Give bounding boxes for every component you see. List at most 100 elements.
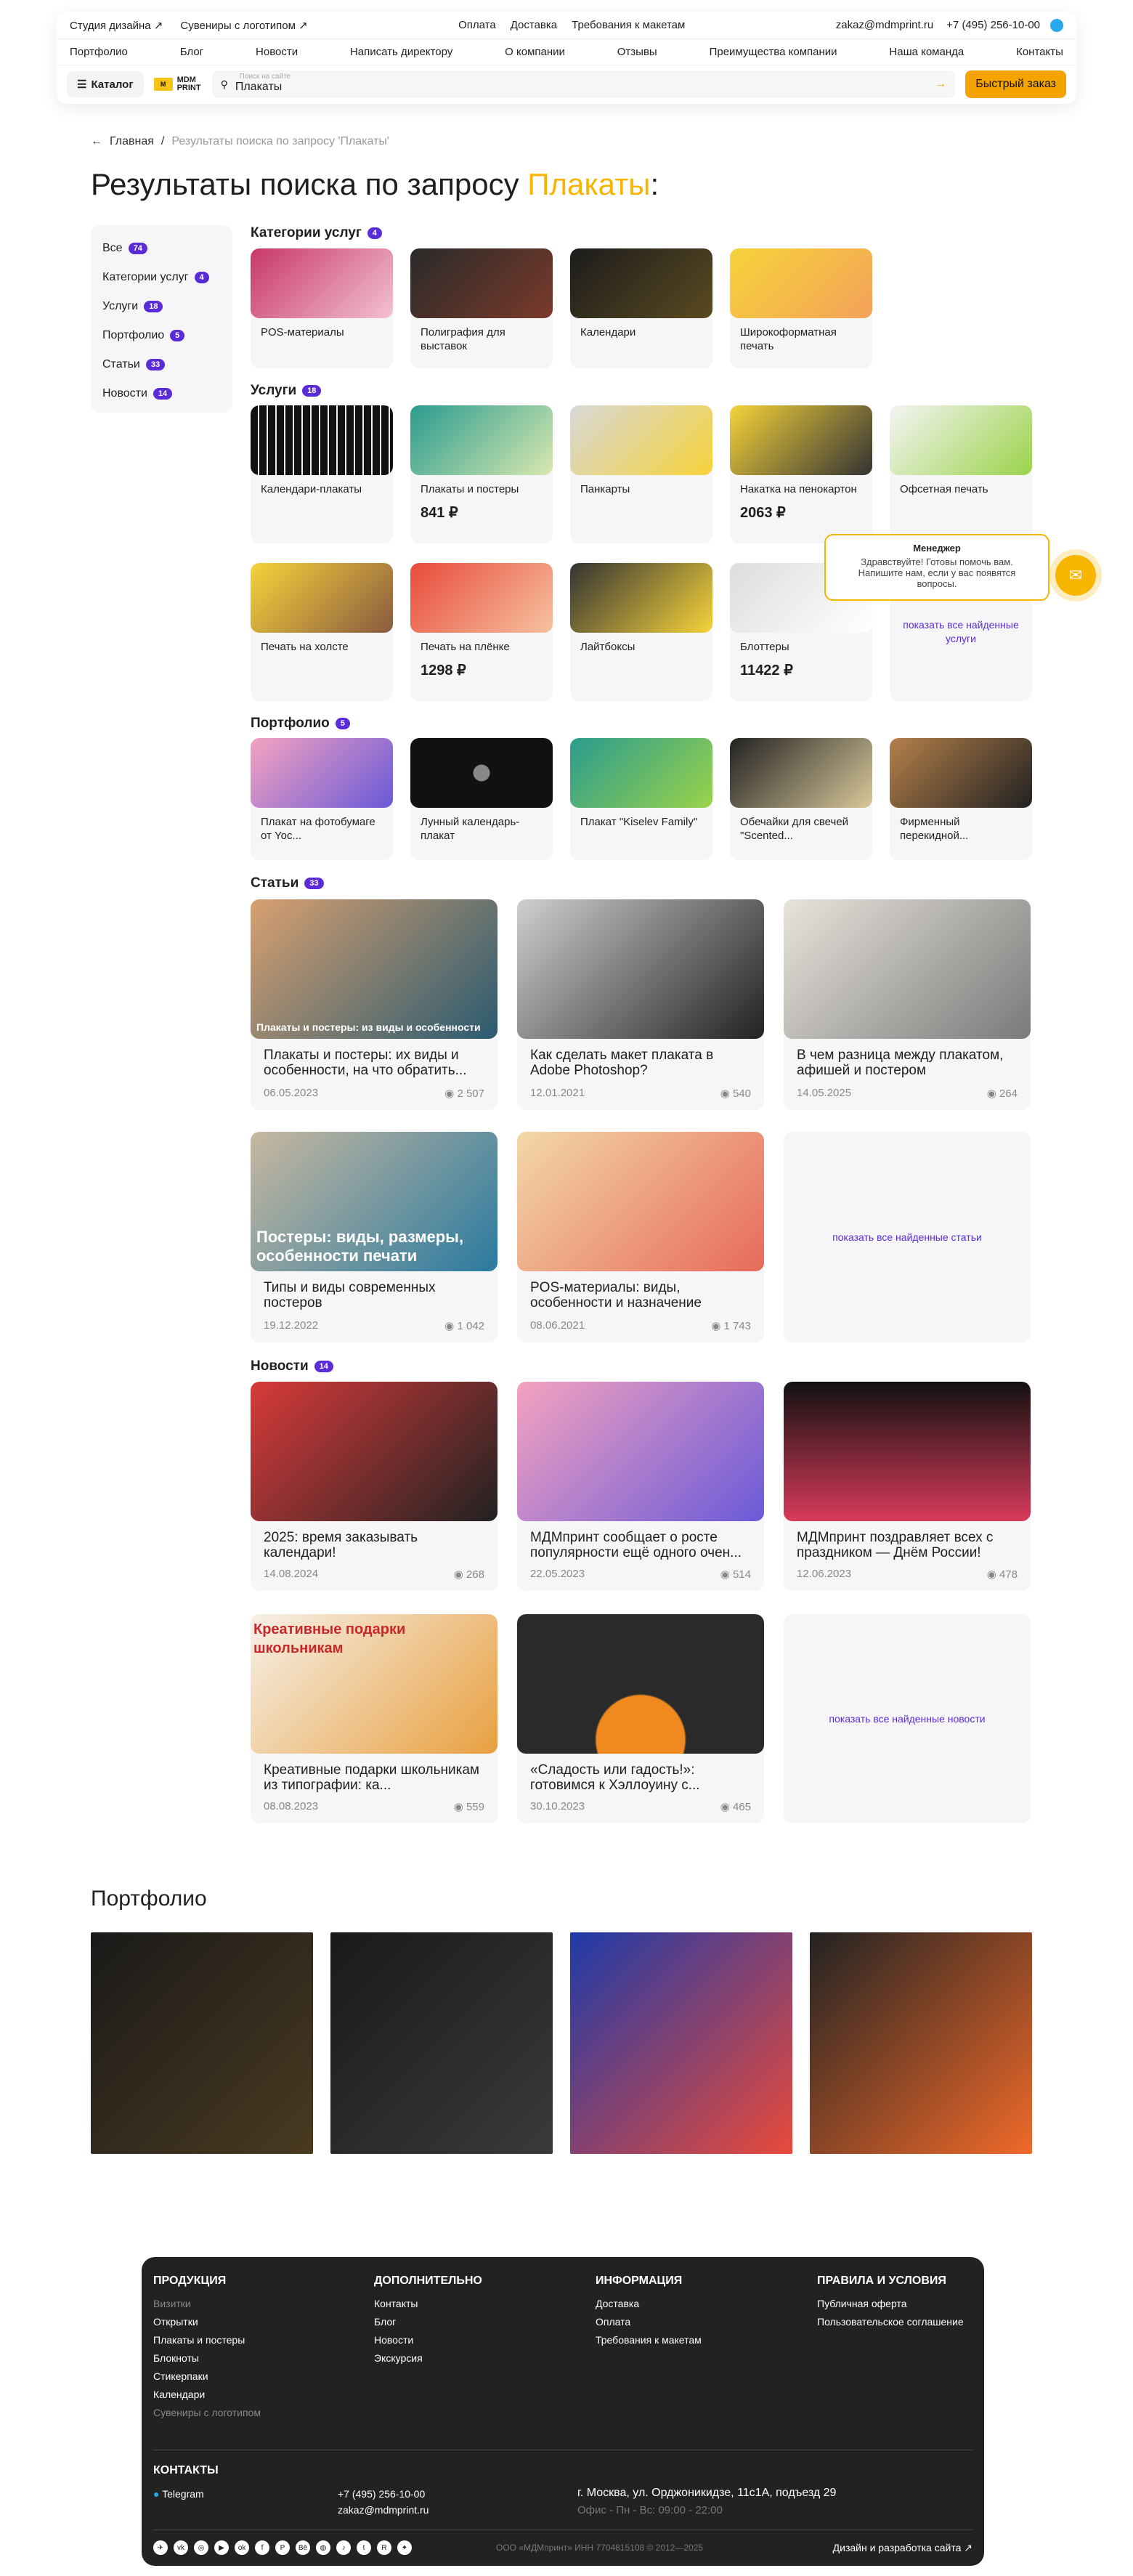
site-logo[interactable]: M MDM PRINT: [153, 76, 202, 92]
service-card[interactable]: Панкарты: [570, 405, 712, 543]
tiktok-icon[interactable]: ♪: [336, 2540, 351, 2555]
filter-categories[interactable]: Категории услуг 4: [102, 263, 221, 292]
nav-item[interactable]: Новости: [256, 46, 298, 58]
youtube-icon[interactable]: ▶: [214, 2540, 229, 2555]
tumblr-icon[interactable]: t: [357, 2540, 371, 2555]
footer-link[interactable]: Визитки: [153, 2298, 261, 2309]
news-card[interactable]: 2025: время заказывать календари! 14.08.2…: [251, 1382, 498, 1591]
nav-item[interactable]: Портфолио: [70, 46, 128, 58]
portfolio-image[interactable]: [570, 1932, 792, 2154]
article-card[interactable]: Плакаты и постеры: из виды и особенности…: [251, 899, 498, 1110]
card-title: Лайтбоксы: [580, 641, 635, 653]
footer-link[interactable]: Открытки: [153, 2316, 261, 2328]
service-card[interactable]: Календари-плакаты: [251, 405, 393, 543]
service-card[interactable]: Офсетная печать: [890, 405, 1032, 543]
portfolio-card[interactable]: Плакат на фотобумаге от Yoc...: [251, 738, 393, 860]
filter-portfolio[interactable]: Портфолио 5: [102, 321, 221, 350]
service-card[interactable]: Плакаты и постеры 841 ₽: [410, 405, 553, 543]
telegram-icon[interactable]: [1050, 18, 1064, 32]
portfolio-card[interactable]: Фирменный перекидной...: [890, 738, 1032, 860]
service-card[interactable]: Накатка на пенокартон 2063 ₽: [730, 405, 872, 543]
article-card[interactable]: Постеры: виды, размеры, особенности печа…: [251, 1132, 498, 1342]
search-submit-icon[interactable]: →: [935, 78, 946, 91]
service-card[interactable]: Печать на плёнке 1298 ₽: [410, 563, 553, 701]
nav-item[interactable]: Отзывы: [617, 46, 657, 58]
nav-item[interactable]: Блог: [180, 46, 203, 58]
article-card[interactable]: POS-материалы: виды, особенности и назна…: [517, 1132, 764, 1342]
design-studio-link[interactable]: Студия дизайна ↗: [70, 19, 163, 32]
header-phone[interactable]: +7 (495) 256-10-00: [946, 19, 1040, 31]
search-input[interactable]: ⚲ Поиск на сайте Плакаты →: [211, 70, 956, 98]
filter-news[interactable]: Новости 14: [102, 379, 221, 408]
instagram-icon[interactable]: ◎: [194, 2540, 208, 2555]
show-all-news-link[interactable]: показать все найденные новости: [784, 1614, 1031, 1823]
footer-link[interactable]: Новости: [374, 2334, 482, 2346]
requirements-link[interactable]: Требования к макетам: [572, 19, 685, 31]
delivery-link[interactable]: Доставка: [511, 19, 557, 31]
nav-item[interactable]: Наша команда: [889, 46, 964, 58]
footer-link[interactable]: Стикерпаки: [153, 2370, 261, 2382]
telegram-icon[interactable]: ✈: [153, 2540, 168, 2555]
news-card[interactable]: Креативные подарки школьникам Креативные …: [251, 1614, 498, 1823]
article-card[interactable]: Как сделать макет плаката в Adobe Photos…: [517, 899, 764, 1110]
filter-all[interactable]: Все 74: [102, 234, 221, 263]
service-card[interactable]: Печать на холсте: [251, 563, 393, 701]
filter-services[interactable]: Услуги 18: [102, 292, 221, 321]
footer-link[interactable]: Экскурсия: [374, 2352, 482, 2364]
rutube-icon[interactable]: R: [377, 2540, 391, 2555]
ok-icon[interactable]: ok: [235, 2540, 249, 2555]
portfolio-image[interactable]: [330, 1932, 553, 2154]
category-card[interactable]: Широкоформатная печать: [730, 248, 872, 368]
news-card[interactable]: МДМпринт сообщает о росте популярности е…: [517, 1382, 764, 1591]
nav-item[interactable]: О компании: [505, 46, 565, 58]
footer-link[interactable]: Доставка: [596, 2298, 702, 2309]
footer-link[interactable]: Пользовательское соглашение: [817, 2316, 964, 2328]
back-arrow-icon[interactable]: ←: [91, 135, 102, 148]
footer-link[interactable]: Плакаты и постеры: [153, 2334, 261, 2346]
header-top-row: Студия дизайна ↗ Сувениры с логотипом ↗ …: [57, 12, 1076, 39]
footer-email[interactable]: zakaz@mdmprint.ru: [338, 2504, 429, 2516]
nav-item[interactable]: Преимущества компании: [710, 46, 837, 58]
filter-label: Портфолио: [102, 329, 165, 341]
nav-item[interactable]: Контакты: [1016, 46, 1063, 58]
news-card[interactable]: «Сладость или гадость!»: готовимся к Хэл…: [517, 1614, 764, 1823]
footer-link[interactable]: Сувениры с логотипом: [153, 2407, 261, 2418]
payment-link[interactable]: Оплата: [458, 19, 496, 31]
footer-link[interactable]: Блокноты: [153, 2352, 261, 2364]
portfolio-card[interactable]: Лунный календарь-плакат: [410, 738, 553, 860]
category-card[interactable]: Полиграфия для выставок: [410, 248, 553, 368]
chat-icon[interactable]: ✉: [1055, 555, 1096, 596]
service-card[interactable]: Лайтбоксы: [570, 563, 712, 701]
portfolio-card[interactable]: Обечайки для свечей "Scented...: [730, 738, 872, 860]
footer-telegram[interactable]: ● Telegram: [153, 2488, 204, 2500]
filter-articles[interactable]: Статьи 33: [102, 350, 221, 379]
header-email[interactable]: zakaz@mdmprint.ru: [836, 19, 933, 31]
category-card[interactable]: Календари: [570, 248, 712, 368]
footer-link[interactable]: Календари: [153, 2389, 261, 2400]
category-card[interactable]: POS-материалы: [251, 248, 393, 368]
footer-design-link[interactable]: Дизайн и разработка сайта ↗: [833, 2542, 972, 2554]
footer-link[interactable]: Требования к макетам: [596, 2334, 702, 2346]
footer-link[interactable]: Контакты: [374, 2298, 482, 2309]
vk-icon[interactable]: vk: [174, 2540, 188, 2555]
nav-item[interactable]: Написать директору: [350, 46, 452, 58]
pinterest-icon[interactable]: P: [275, 2540, 290, 2555]
behance-icon[interactable]: Bē: [296, 2540, 310, 2555]
portfolio-card[interactable]: Плакат "Kiselev Family": [570, 738, 712, 860]
portfolio-image[interactable]: [810, 1932, 1032, 2154]
article-card[interactable]: В чем разница между плакатом, афишей и п…: [784, 899, 1031, 1110]
dribbble-icon[interactable]: ◍: [316, 2540, 330, 2555]
footer-link[interactable]: Оплата: [596, 2316, 702, 2328]
quick-order-button[interactable]: Быстрый заказ: [965, 70, 1066, 98]
breadcrumb-home[interactable]: Главная: [110, 135, 154, 148]
footer-link[interactable]: Блог: [374, 2316, 482, 2328]
footer-phone[interactable]: +7 (495) 256-10-00: [338, 2488, 425, 2500]
catalog-button[interactable]: ☰ Каталог: [67, 71, 144, 97]
souvenirs-link[interactable]: Сувениры с логотипом ↗: [180, 19, 307, 32]
show-all-articles-link[interactable]: показать все найденные статьи: [784, 1132, 1031, 1342]
zen-icon[interactable]: ✦: [397, 2540, 412, 2555]
portfolio-image[interactable]: [91, 1932, 313, 2154]
facebook-icon[interactable]: f: [255, 2540, 269, 2555]
footer-link[interactable]: Публичная оферта: [817, 2298, 964, 2309]
news-card[interactable]: МДМпринт поздравляет всех с праздником —…: [784, 1382, 1031, 1591]
